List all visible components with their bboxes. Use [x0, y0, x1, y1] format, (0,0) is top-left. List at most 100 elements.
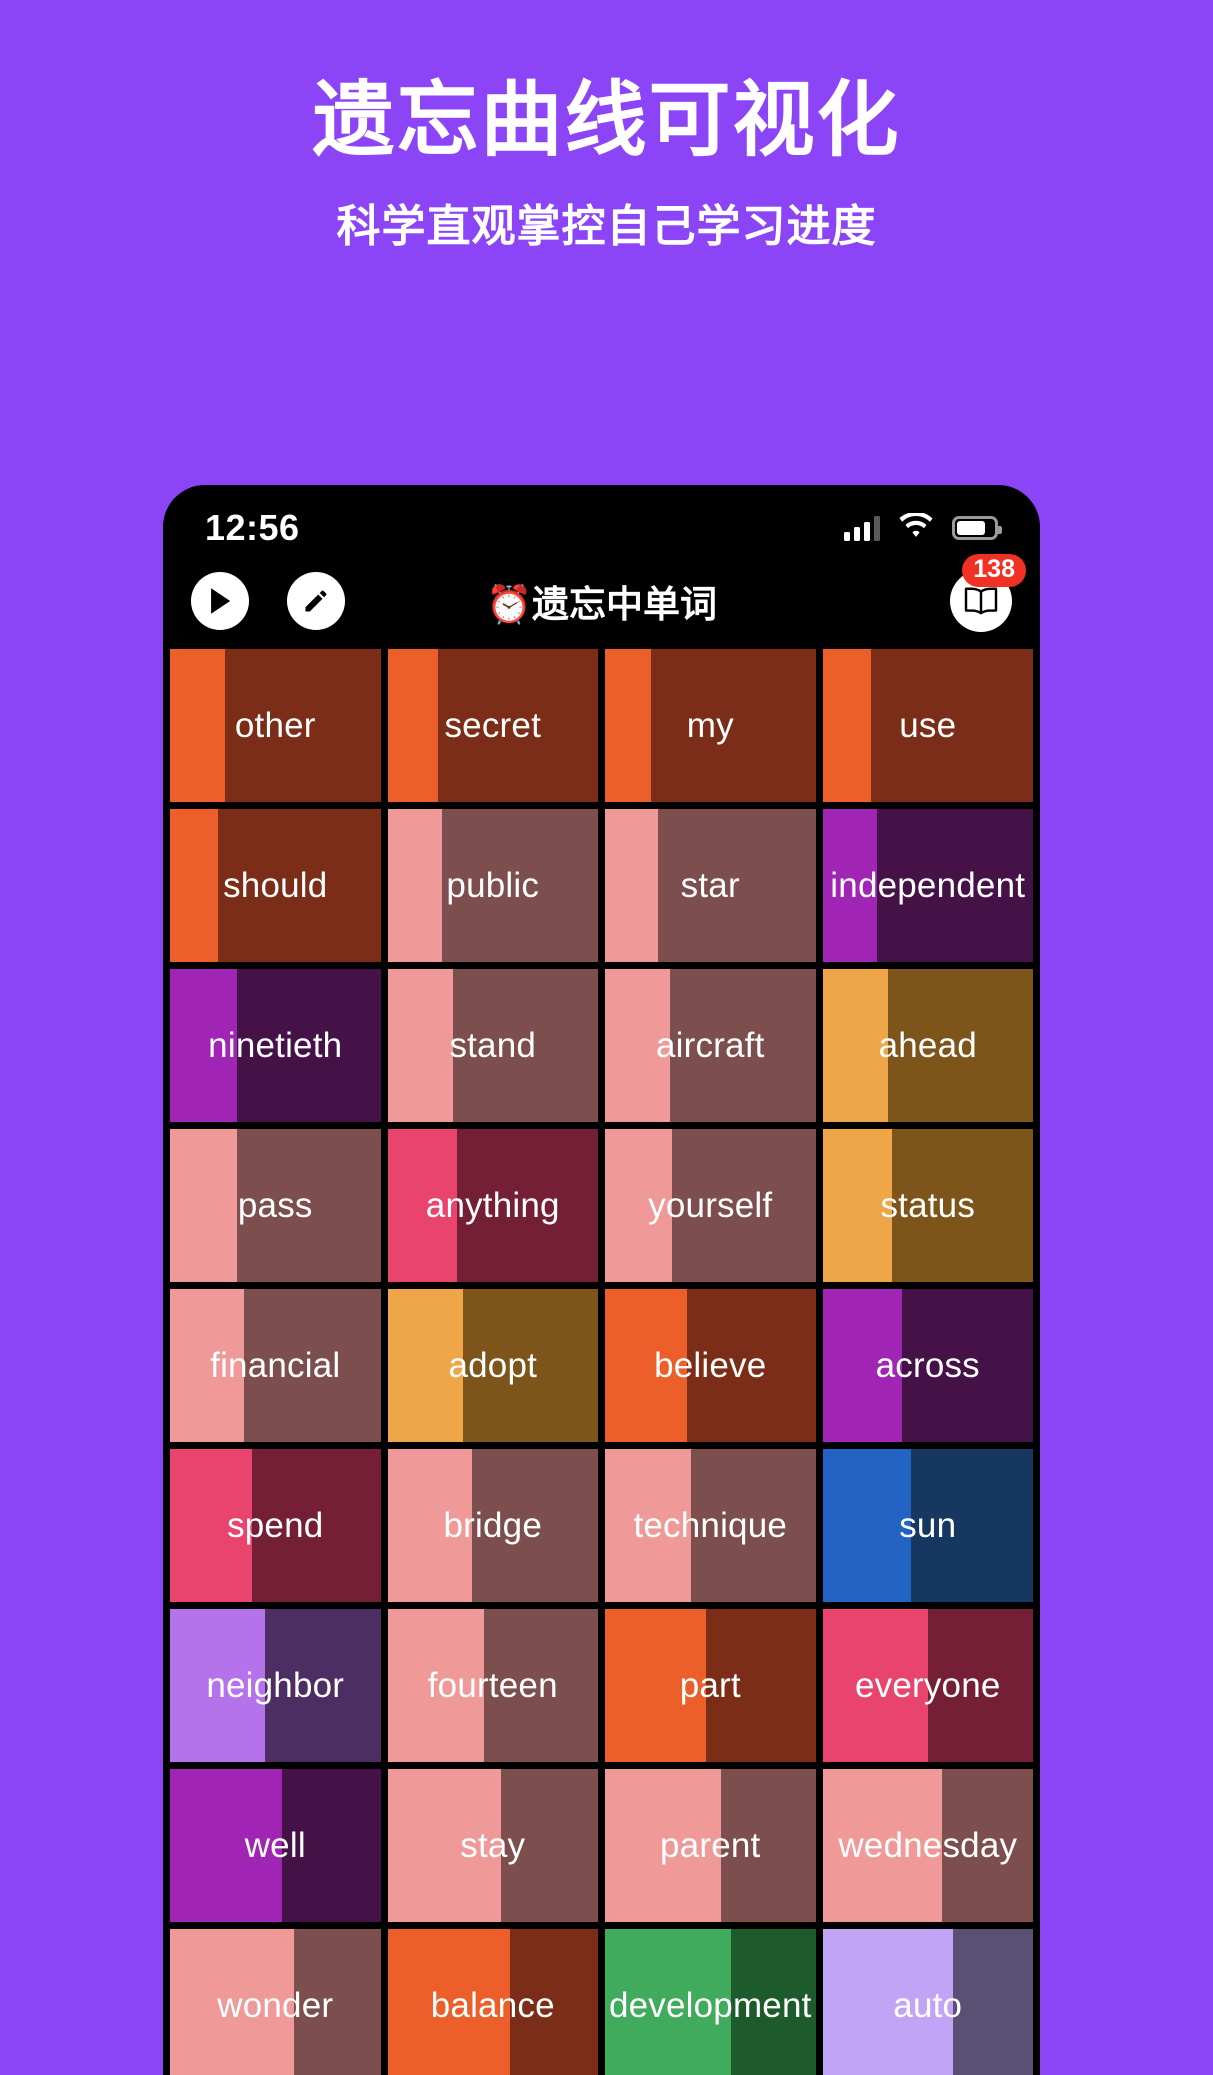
word-cell[interactable]: star	[605, 809, 816, 962]
word-grid[interactable]: other secret my use should public star independ…	[163, 649, 1040, 2075]
word-label: ahead	[878, 1025, 977, 1065]
word-cell[interactable]: development	[605, 1929, 816, 2075]
phone-mockup: 12:56 ⏰遗忘中单词 138 other secret my use sho…	[163, 485, 1040, 2075]
signal-bars-icon	[844, 515, 880, 541]
word-cell[interactable]: aircraft	[605, 969, 816, 1122]
word-cell[interactable]: pass	[170, 1129, 381, 1282]
word-label: public	[446, 865, 540, 905]
page-subtitle: 科学直观掌控自己学习进度	[336, 202, 877, 252]
word-cell[interactable]: spend	[170, 1449, 381, 1602]
word-label: believe	[654, 1345, 767, 1385]
word-label: star	[680, 865, 740, 905]
word-label: anything	[425, 1185, 560, 1225]
word-cell[interactable]: fourteen	[387, 1609, 598, 1762]
word-cell[interactable]: well	[170, 1769, 381, 1922]
book-icon	[964, 587, 998, 615]
word-label: stand	[449, 1025, 537, 1065]
word-progress-fill	[170, 1129, 238, 1282]
word-label: spend	[227, 1505, 324, 1545]
word-cell[interactable]: ahead	[822, 969, 1033, 1122]
word-cell[interactable]: auto	[822, 1929, 1033, 2075]
word-label: adopt	[448, 1345, 538, 1385]
word-cell[interactable]: wonder	[170, 1929, 381, 2075]
word-label: everyone	[854, 1665, 1001, 1705]
nav-bar: ⏰遗忘中单词 138	[163, 553, 1040, 649]
word-label: aircraft	[655, 1025, 765, 1065]
word-label: wonder	[217, 1985, 334, 2025]
word-label: status	[880, 1185, 976, 1225]
word-progress-fill	[387, 809, 443, 962]
word-cell[interactable]: financial	[170, 1289, 381, 1442]
word-label: neighbor	[206, 1665, 345, 1705]
word-cell[interactable]: anything	[387, 1129, 598, 1282]
word-cell[interactable]: bridge	[387, 1449, 598, 1602]
play-button[interactable]	[191, 572, 249, 630]
word-cell[interactable]: independent	[822, 809, 1033, 962]
word-cell[interactable]: technique	[605, 1449, 816, 1602]
word-cell[interactable]: believe	[605, 1289, 816, 1442]
edit-button[interactable]	[287, 572, 345, 630]
word-cell[interactable]: stand	[387, 969, 598, 1122]
word-label: pass	[237, 1185, 313, 1225]
battery-icon	[952, 516, 1002, 540]
word-cell[interactable]: neighbor	[170, 1609, 381, 1762]
word-label: independent	[830, 865, 1026, 905]
word-cell[interactable]: across	[822, 1289, 1033, 1442]
word-label: well	[244, 1825, 306, 1865]
word-label: parent	[660, 1825, 761, 1865]
word-label: my	[686, 705, 734, 745]
word-label: wednesday	[838, 1825, 1018, 1865]
word-label: technique	[633, 1505, 788, 1545]
play-icon	[211, 588, 231, 614]
word-cell[interactable]: adopt	[387, 1289, 598, 1442]
word-cell[interactable]: stay	[387, 1769, 598, 1922]
word-cell[interactable]: everyone	[822, 1609, 1033, 1762]
word-cell[interactable]: use	[822, 649, 1033, 802]
word-progress-fill	[605, 809, 658, 962]
word-label: across	[875, 1345, 980, 1385]
word-progress-fill	[170, 809, 219, 962]
word-cell[interactable]: my	[605, 649, 816, 802]
status-bar-time: 12:56	[205, 507, 300, 548]
word-label: bridge	[443, 1505, 542, 1545]
badge-count: 138	[962, 554, 1026, 587]
word-label: other	[234, 705, 316, 745]
word-label: part	[679, 1665, 741, 1705]
page-title: 遗忘曲线可视化	[312, 75, 901, 166]
word-cell[interactable]: sun	[822, 1449, 1033, 1602]
word-label: balance	[430, 1985, 555, 2025]
word-cell[interactable]: status	[822, 1129, 1033, 1282]
status-bar-icons	[844, 511, 1002, 543]
promo-header: 遗忘曲线可视化 科学直观掌控自己学习进度	[0, 0, 1213, 470]
word-progress-fill	[387, 649, 439, 802]
word-cell[interactable]: secret	[387, 649, 598, 802]
word-label: fourteen	[427, 1665, 558, 1705]
word-label: auto	[893, 1985, 963, 2025]
word-cell[interactable]: other	[170, 649, 381, 802]
word-label: secret	[444, 705, 541, 745]
word-label: financial	[210, 1345, 341, 1385]
word-label: should	[223, 865, 328, 905]
word-progress-fill	[170, 649, 225, 802]
word-cell[interactable]: should	[170, 809, 381, 962]
wifi-icon	[899, 511, 933, 543]
word-cell[interactable]: public	[387, 809, 598, 962]
book-button[interactable]: 138	[950, 554, 1026, 632]
word-label: yourself	[648, 1185, 773, 1225]
word-progress-fill	[387, 969, 453, 1122]
word-progress-fill	[822, 649, 871, 802]
word-label: ninetieth	[208, 1025, 343, 1065]
status-bar: 12:56	[163, 485, 1040, 553]
pencil-icon	[305, 590, 327, 612]
word-label: development	[608, 1985, 812, 2025]
word-cell[interactable]: wednesday	[822, 1769, 1033, 1922]
word-cell[interactable]: balance	[387, 1929, 598, 2075]
word-label: stay	[460, 1825, 526, 1865]
word-progress-fill	[605, 649, 652, 802]
word-cell[interactable]: ninetieth	[170, 969, 381, 1122]
word-label: sun	[899, 1505, 957, 1545]
word-cell[interactable]: parent	[605, 1769, 816, 1922]
word-cell[interactable]: part	[605, 1609, 816, 1762]
word-label: use	[899, 705, 957, 745]
word-cell[interactable]: yourself	[605, 1129, 816, 1282]
